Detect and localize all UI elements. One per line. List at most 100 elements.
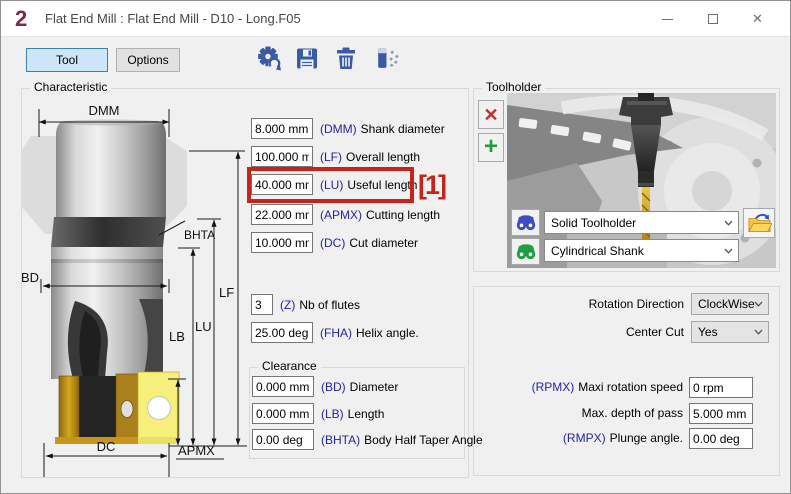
clearance-length-row: (LB) Length — [252, 403, 384, 424]
diagram-label-lu: LU — [195, 319, 212, 334]
cutting-length-row: (APMX) Cutting length — [251, 204, 440, 225]
rotation-direction-dropdown[interactable]: ClockWise — [691, 293, 769, 315]
clearance-diameter-field[interactable] — [252, 376, 314, 397]
rpmx-code: (RPMX) — [532, 380, 575, 394]
search-toolholder-button[interactable] — [511, 209, 540, 236]
toolholder-type-dropdown[interactable]: Solid Toolholder — [544, 211, 739, 234]
diagram-label-lb: LB — [169, 329, 185, 344]
center-cut-value: Yes — [698, 325, 718, 339]
tab-tool[interactable]: Tool — [26, 48, 108, 72]
apmx-code: (APMX) — [320, 208, 362, 222]
chevron-down-icon — [724, 248, 733, 254]
diagram-label-apmx: APMX — [178, 443, 215, 458]
body-taper-row: (BHTA) Body Half Taper Angle — [252, 429, 483, 450]
red-x-icon: ✕ — [483, 106, 498, 124]
delete-button[interactable] — [333, 45, 359, 72]
open-folder-icon — [747, 212, 772, 234]
lf-code: (LF) — [320, 150, 342, 164]
center-cut-label: Center Cut — [481, 322, 684, 343]
helix-angle-label: Helix angle. — [356, 326, 419, 340]
tool-diagram: DMM BHTA BD LF LU LB APMX DC — [19, 89, 251, 481]
cutting-length-label: Cutting length — [366, 208, 440, 222]
dmm-code: (DMM) — [320, 122, 357, 136]
binoculars-green-icon — [514, 242, 538, 261]
tab-options[interactable]: Options — [116, 48, 180, 72]
clearance-diameter-row: (BD) Diameter — [252, 376, 398, 397]
flutes-row: (Z) Nb of flutes — [251, 294, 360, 315]
save-button[interactable] — [294, 45, 320, 72]
max-rotation-speed-label: (RPMX)Maxi rotation speed — [481, 377, 683, 398]
bd-code: (BD) — [321, 380, 346, 394]
chevron-down-icon — [754, 301, 763, 307]
shank-type-dropdown[interactable]: Cylindrical Shank — [544, 239, 739, 262]
diagram-label-bd: BD — [21, 270, 39, 285]
maximize-icon — [708, 14, 718, 24]
green-plus-icon: + — [484, 135, 498, 159]
lu-code: (LU) — [320, 178, 343, 192]
settings-sync-button[interactable] — [254, 45, 284, 72]
clearance-length-label: Length — [348, 407, 385, 421]
fha-code: (FHA) — [320, 326, 352, 340]
max-depth-of-pass-field[interactable] — [689, 403, 753, 424]
body-taper-field[interactable] — [252, 429, 314, 450]
plunge-angle-field[interactable] — [689, 428, 753, 449]
title-bar: 2 Flat End Mill : Flat End Mill - D10 - … — [1, 1, 790, 37]
center-cut-dropdown[interactable]: Yes — [691, 321, 769, 343]
close-icon: ✕ — [752, 11, 763, 27]
diagram-label-bhta: BHTA — [184, 228, 215, 242]
z-code: (Z) — [280, 298, 295, 312]
save-icon — [294, 45, 320, 72]
cut-diameter-label: Cut diameter — [349, 236, 418, 250]
chevron-down-icon — [754, 329, 763, 335]
chevron-down-icon — [724, 220, 733, 226]
shank-diameter-label: Shank diameter — [361, 122, 445, 136]
rotation-direction-label: Rotation Direction — [481, 294, 684, 315]
search-shank-button[interactable] — [511, 238, 540, 265]
cut-diameter-field[interactable] — [251, 232, 313, 253]
lb-code: (LB) — [321, 407, 344, 421]
binoculars-blue-icon — [514, 213, 538, 232]
body-taper-label: Body Half Taper Angle — [364, 433, 483, 447]
overall-length-field[interactable] — [251, 146, 313, 167]
diagram-label-lf: LF — [219, 285, 234, 300]
flutes-field[interactable] — [251, 294, 273, 315]
useful-length-label: Useful length — [347, 178, 417, 192]
shank-type-value: Cylindrical Shank — [551, 244, 644, 258]
useful-length-field[interactable] — [251, 174, 313, 195]
maximize-button[interactable] — [690, 1, 735, 37]
machining-simulation-button[interactable] — [372, 45, 402, 72]
rmpx-code: (RMPX) — [563, 431, 606, 445]
open-toolholder-file-button[interactable] — [743, 208, 775, 238]
window-title: Flat End Mill : Flat End Mill - D10 - Lo… — [45, 1, 301, 37]
toolholder-type-value: Solid Toolholder — [551, 216, 636, 230]
clearance-group-label: Clearance — [258, 359, 321, 373]
plunge-angle-label: (RMPX)Plunge angle. — [481, 428, 683, 449]
minimize-icon — [662, 19, 673, 20]
flutes-label: Nb of flutes — [299, 298, 360, 312]
remove-toolholder-button[interactable]: ✕ — [478, 100, 504, 129]
add-toolholder-button[interactable]: + — [478, 133, 504, 162]
shank-diameter-field[interactable] — [251, 118, 313, 139]
bhta-code: (BHTA) — [321, 433, 360, 447]
clearance-diameter-label: Diameter — [350, 380, 399, 394]
helix-angle-row: (FHA) Helix angle. — [251, 322, 419, 343]
close-button[interactable]: ✕ — [735, 1, 780, 37]
app-logo: 2 — [15, 6, 26, 32]
cutting-length-field[interactable] — [251, 204, 313, 225]
rotation-direction-value: ClockWise — [698, 297, 755, 311]
machining-icon — [373, 45, 401, 72]
cut-diameter-row: (DC) Cut diameter — [251, 232, 418, 253]
shank-diameter-row: (DMM) Shank diameter — [251, 118, 445, 139]
max-rotation-speed-field[interactable] — [689, 377, 753, 398]
useful-length-row: (LU) Useful length — [251, 174, 417, 195]
dc-code: (DC) — [320, 236, 345, 250]
overall-length-row: (LF) Overall length — [251, 146, 420, 167]
minimize-button[interactable] — [645, 1, 690, 37]
trash-icon — [333, 45, 359, 72]
gear-sync-icon — [255, 45, 283, 72]
clearance-length-field[interactable] — [252, 403, 314, 424]
helix-angle-field[interactable] — [251, 322, 313, 343]
dialog-window: 2 Flat End Mill : Flat End Mill - D10 - … — [0, 0, 791, 494]
diagram-label-dmm: DMM — [88, 103, 119, 118]
overall-length-label: Overall length — [346, 150, 420, 164]
